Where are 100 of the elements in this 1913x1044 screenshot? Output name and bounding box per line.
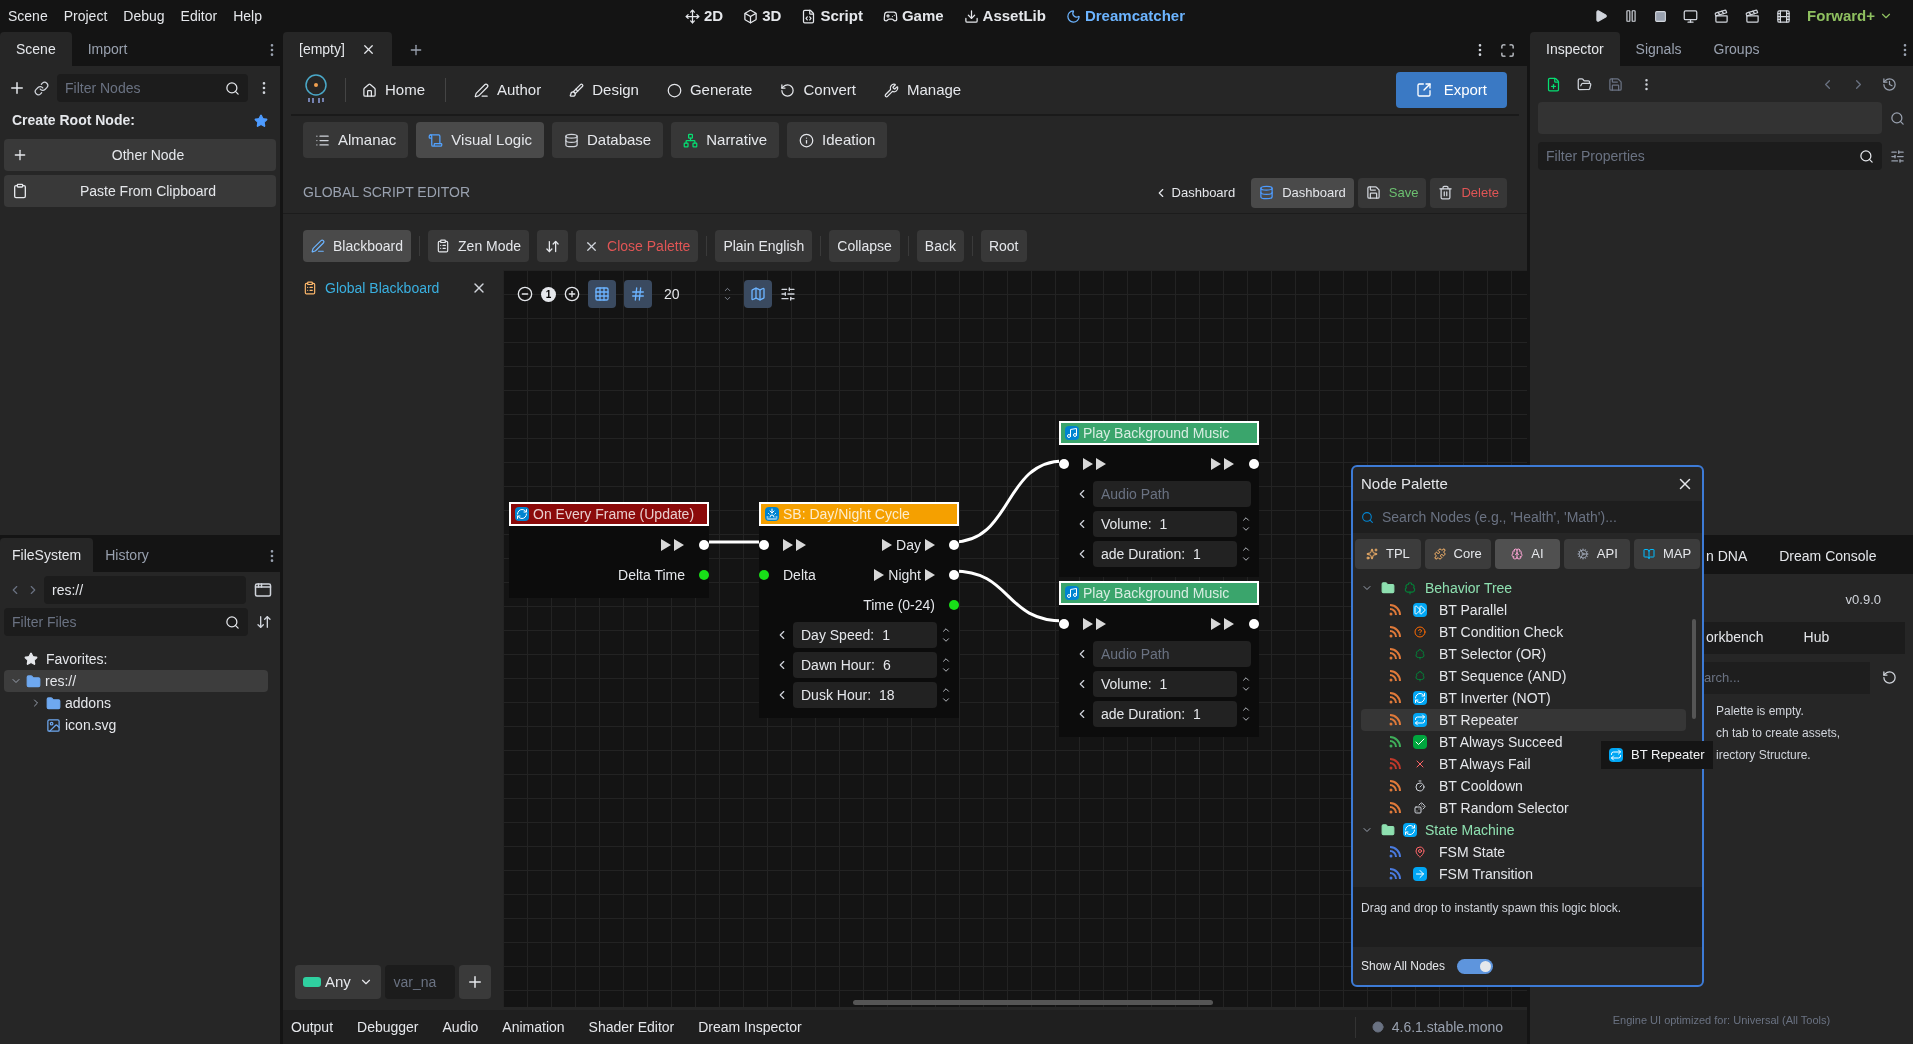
category-row[interactable]: State Machine — [1361, 819, 1686, 841]
palette-item[interactable]: BT Selector (OR) — [1361, 643, 1686, 665]
graph-node[interactable]: SB: Day/Night Cycle Day Delta Night Time (0-24) Day Speed: 1 Dawn Hour: 6 Dusk Hour: 18 — [759, 502, 959, 718]
pause-icon[interactable] — [1624, 9, 1639, 23]
module-tab[interactable]: Visual Logic — [416, 122, 544, 158]
snap-toggle[interactable] — [624, 280, 652, 308]
document-tab[interactable]: [empty] — [283, 32, 392, 66]
minimap-toggle[interactable] — [744, 280, 772, 308]
type-select[interactable]: Any — [295, 965, 382, 999]
data-port[interactable] — [949, 600, 959, 610]
spinner-icon[interactable] — [723, 285, 732, 303]
graph-node[interactable]: On Every Frame (Update) Delta Time — [509, 502, 709, 598]
settings-icon[interactable] — [1890, 148, 1905, 164]
search-icon[interactable] — [1859, 148, 1874, 164]
monitor-icon[interactable] — [1683, 8, 1699, 24]
filter-tab[interactable]: API — [1564, 539, 1631, 569]
editor-action[interactable]: Save — [1357, 177, 1427, 208]
flow-port[interactable] — [1249, 619, 1259, 629]
palette-item[interactable]: FSM Transition — [1361, 863, 1686, 885]
palette-item[interactable]: BT Repeater — [1361, 709, 1686, 731]
dock-tab[interactable]: Signals — [1619, 32, 1698, 66]
flow-port[interactable] — [949, 570, 959, 580]
module-tab[interactable]: Narrative — [671, 122, 780, 158]
spinner-icon[interactable] — [1241, 514, 1251, 534]
zoom-out-icon[interactable] — [517, 286, 533, 302]
number-field[interactable]: Dusk Hour: 18 — [793, 682, 937, 708]
palette-item[interactable]: BT Inverter (NOT) — [1361, 687, 1686, 709]
open-folder-icon[interactable] — [1577, 76, 1592, 92]
module-tab[interactable]: Ideation — [787, 122, 888, 158]
palette-item[interactable]: BT Condition Check — [1361, 621, 1686, 643]
nav-button[interactable]: Author — [474, 78, 542, 102]
editor-action[interactable]: Dashboard — [1251, 177, 1354, 208]
filter-tab[interactable]: TPL — [1355, 539, 1421, 569]
filter-tab[interactable]: AI — [1494, 539, 1561, 569]
spinner-icon[interactable] — [941, 625, 951, 645]
search-icon[interactable] — [225, 614, 240, 630]
menu-item[interactable]: Scene — [8, 5, 48, 27]
number-field[interactable]: Day Speed: 1 — [793, 622, 937, 648]
data-port[interactable] — [699, 570, 709, 580]
subtab[interactable]: Hub — [1803, 627, 1830, 648]
palette-item[interactable]: BT Random Selector — [1361, 797, 1686, 819]
workspace-tab[interactable]: AssetLib — [963, 4, 1046, 28]
subtab[interactable]: orkbench — [1706, 627, 1764, 648]
spinner-icon[interactable] — [941, 655, 951, 675]
renderer-select[interactable]: Forward+ — [1807, 4, 1905, 28]
dock-button[interactable]: Other Node — [4, 139, 276, 171]
dock-tab[interactable]: Inspector — [1530, 32, 1620, 66]
toolbar-button[interactable]: Zen Mode — [428, 230, 530, 262]
blackboard-title[interactable]: Global Blackboard — [325, 277, 440, 299]
favorite-icon[interactable] — [254, 113, 268, 128]
spinner-icon[interactable] — [1241, 704, 1251, 724]
dock-tab[interactable]: Scene — [0, 32, 72, 66]
variable-name-field[interactable]: var_na — [385, 965, 456, 999]
sort-icon[interactable] — [256, 614, 272, 630]
save-icon[interactable] — [1608, 76, 1623, 92]
palette-item[interactable]: BT Parallel — [1361, 599, 1686, 621]
number-field[interactable]: Volume: 1 — [1093, 671, 1237, 697]
workspace-tab[interactable]: Game — [882, 4, 944, 28]
zoom-reset-button[interactable]: 1 — [541, 286, 556, 302]
filter-tab[interactable]: Core — [1424, 539, 1491, 569]
workspace-tab[interactable]: 3D — [743, 4, 782, 28]
flow-port[interactable] — [1059, 459, 1069, 469]
number-field[interactable]: Volume: 1 — [1093, 511, 1237, 537]
dock-tab[interactable]: Groups — [1697, 32, 1776, 66]
nav-button[interactable]: Manage — [884, 78, 962, 102]
number-field[interactable]: Dawn Hour: 6 — [793, 652, 937, 678]
dock-tab[interactable]: Import — [71, 32, 144, 66]
nav-button[interactable]: Home — [362, 78, 425, 102]
flow-port[interactable] — [759, 540, 769, 550]
add-icon[interactable] — [8, 79, 26, 97]
data-port[interactable] — [759, 570, 769, 580]
spinner-icon[interactable] — [1241, 674, 1251, 694]
palette-item[interactable]: BT Cooldown — [1361, 775, 1686, 797]
toolbar-button[interactable]: Back — [916, 230, 964, 262]
toolbar-button[interactable]: Blackboard — [303, 230, 412, 262]
graph-node[interactable]: Play Background Music Audio Path Volume: 1 ade Duration: 1 — [1059, 421, 1259, 577]
flow-port[interactable] — [1249, 459, 1259, 469]
palette-item[interactable]: FSM State — [1361, 841, 1686, 863]
menu-item[interactable]: Debug — [123, 5, 165, 27]
module-tab[interactable]: Almanac — [303, 122, 409, 158]
scrollbar[interactable] — [1692, 619, 1696, 719]
menu-item[interactable]: Editor — [180, 5, 218, 27]
number-field[interactable]: ade Duration: 1 — [1093, 701, 1237, 727]
add-variable-button[interactable] — [459, 965, 491, 999]
module-tab[interactable]: Database — [552, 122, 664, 158]
palette-item[interactable]: BT Sequence (AND) — [1361, 665, 1686, 687]
flow-port[interactable] — [949, 540, 959, 550]
stop-icon[interactable] — [1654, 9, 1668, 23]
text-field[interactable]: Audio Path — [1093, 481, 1251, 507]
docs-search-icon[interactable] — [1890, 110, 1905, 126]
node-header[interactable]: On Every Frame (Update) — [509, 502, 709, 526]
bottom-tab[interactable]: Dream Inspector — [698, 1016, 802, 1038]
dock-tab[interactable]: n DNA — [1706, 545, 1748, 567]
menu-item[interactable]: Help — [233, 5, 262, 27]
dock-button[interactable]: Paste From Clipboard — [4, 175, 276, 207]
spinner-icon[interactable] — [1241, 544, 1251, 564]
snap-step-field[interactable]: 20 — [660, 280, 736, 308]
scrollbar[interactable] — [853, 1000, 1213, 1005]
play-icon[interactable] — [1594, 9, 1609, 23]
flow-port[interactable] — [699, 540, 709, 550]
